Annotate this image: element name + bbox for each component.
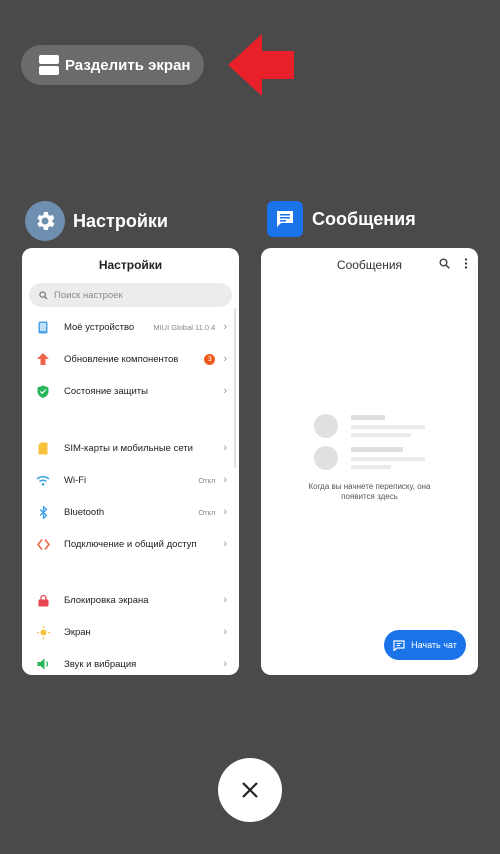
chevron-right-icon: › [223,538,227,550]
settings-app-name: Настройки [73,210,168,231]
chevron-right-icon: › [223,442,227,454]
chevron-right-icon: › [223,385,227,397]
chevron-right-icon: › [223,353,227,365]
split-screen-icon [39,55,59,75]
wifi-icon [36,473,50,487]
phone-icon [36,320,50,334]
settings-row-screen-lock[interactable]: Блокировка экрана › [22,590,239,610]
messages-app-icon [267,201,303,237]
update-arrow-icon [36,352,50,366]
settings-row-sound[interactable]: Звук и вибрация › [22,654,239,674]
settings-row-wifi[interactable]: Wi-Fi Откл › [22,470,239,490]
sim-card-icon [36,441,50,455]
settings-card-title: Настройки [98,258,163,272]
empty-state-text: Когда вы начнете переписку, она появится… [308,482,431,501]
connection-icon [36,537,50,551]
settings-search-placeholder: Поиск настроек [54,289,123,301]
chevron-right-icon: › [223,321,227,333]
settings-row-protection-status[interactable]: Состояние защиты › [22,381,239,401]
settings-row-sim-cards[interactable]: SIM-карты и мобильные сети › [22,438,239,458]
search-icon [39,290,48,300]
close-icon [242,782,258,798]
settings-app-card[interactable]: Настройки Поиск настроек Моё устройство … [22,248,239,675]
split-screen-label: Разделить экран [65,56,191,74]
update-count-badge: 3 [204,353,216,365]
red-arrow-icon [228,34,294,96]
settings-row-bluetooth[interactable]: Bluetooth Откл › [22,502,239,522]
chat-icon [393,639,405,651]
settings-row-component-update[interactable]: Обновление компонентов 3 › [22,349,239,369]
search-icon[interactable] [439,258,450,269]
chevron-right-icon: › [223,594,227,606]
close-all-button[interactable] [218,758,282,822]
sound-icon [36,657,50,671]
bluetooth-icon [36,505,50,519]
settings-row-my-device[interactable]: Моё устройство MIUI Global 11.0.4 › [22,317,239,337]
lock-icon [36,593,50,607]
chevron-right-icon: › [223,626,227,638]
messages-app-card[interactable]: Сообщения Когда вы начнете переписку, он… [261,248,478,675]
empty-conversations-illustration [314,414,425,470]
settings-app-header[interactable]: Настройки [25,201,168,241]
brightness-icon [36,625,50,639]
messages-app-header[interactable]: Сообщения [267,201,416,237]
settings-row-display[interactable]: Экран › [22,622,239,642]
chevron-right-icon: › [223,658,227,670]
settings-row-connection-sharing[interactable]: Подключение и общий доступ › [22,534,239,554]
settings-gear-icon [25,201,65,241]
split-screen-button[interactable]: Разделить экран [21,45,204,85]
settings-search-input[interactable]: Поиск настроек [29,283,232,307]
messages-app-name: Сообщения [312,208,416,229]
start-chat-label: Начать чат [411,640,457,650]
chevron-right-icon: › [223,474,227,486]
more-options-icon[interactable] [464,258,468,269]
chevron-right-icon: › [223,506,227,518]
start-chat-button[interactable]: Начать чат [384,630,466,660]
shield-check-icon [36,384,50,398]
